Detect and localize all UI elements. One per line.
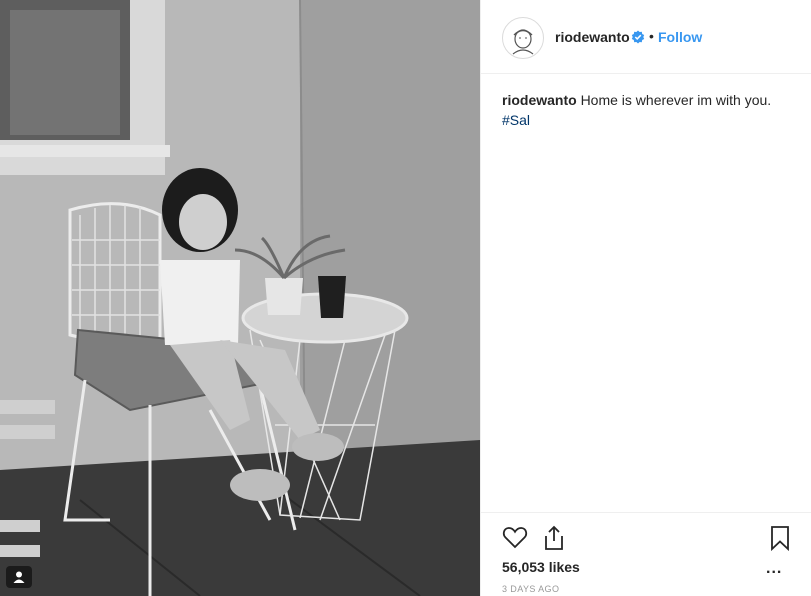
follow-button[interactable]: Follow	[658, 29, 702, 45]
post-header: riodewanto • Follow	[481, 0, 811, 74]
post-timestamp[interactable]: 3 DAYS AGO	[502, 584, 559, 594]
separator-dot: •	[649, 28, 654, 44]
user-tag-icon[interactable]	[6, 566, 32, 588]
share-icon[interactable]	[542, 525, 566, 556]
avatar-sketch-icon	[504, 19, 542, 57]
more-options-button[interactable]: ...	[766, 560, 782, 578]
avatar[interactable]	[502, 17, 544, 59]
hashtag-link[interactable]: #Sal	[502, 110, 792, 130]
header-username[interactable]: riodewanto	[555, 29, 630, 45]
post-sidebar: riodewanto • Follow riodewanto Home is w…	[480, 0, 811, 596]
bookmark-icon[interactable]	[769, 525, 791, 556]
caption-text: Home is wherever im with you.	[580, 92, 772, 108]
post-photo[interactable]	[0, 0, 480, 596]
likes-count[interactable]: 56,053 likes	[502, 559, 580, 575]
caption-username[interactable]: riodewanto	[502, 92, 577, 108]
verified-badge-icon	[631, 30, 645, 49]
photo-illustration	[0, 0, 480, 596]
action-bar	[481, 512, 811, 561]
post-caption: riodewanto Home is wherever im with you.…	[502, 90, 792, 130]
heart-icon[interactable]	[502, 525, 528, 554]
